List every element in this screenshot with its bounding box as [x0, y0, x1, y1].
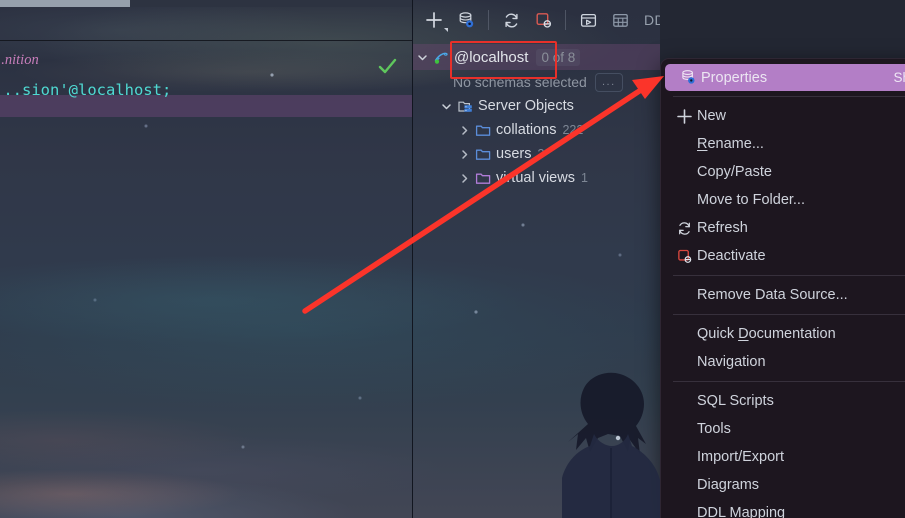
chevron-expanded-icon[interactable] — [437, 101, 455, 112]
open-table-button[interactable] — [604, 5, 636, 35]
menu-item-quick-documentation-label: Quick Documentation — [697, 326, 836, 342]
menu-item-navigation[interactable]: Navigation — [661, 348, 905, 376]
menu-item-rename[interactable]: Rename... S — [661, 130, 905, 158]
chevron-right-icon[interactable] — [455, 149, 473, 160]
menu-item-diagrams[interactable]: Diagrams — [661, 471, 905, 499]
menu-item-properties-label: Properties — [701, 69, 768, 86]
deactivate-icon — [671, 248, 697, 265]
tree-node-localhost[interactable]: @localhost 0 of 8 — [413, 44, 660, 70]
chevron-down-icon — [444, 28, 448, 32]
sql-editor-pane: ...nition ...sion'@localhost; — [0, 0, 412, 518]
folder-purple-icon — [473, 171, 493, 186]
no-schemas-label: No schemas selected — [453, 74, 587, 90]
data-source-properties-button[interactable] — [450, 5, 482, 35]
plus-icon — [671, 108, 697, 125]
menu-item-properties[interactable]: Properties Shi — [665, 64, 905, 91]
ddl-button[interactable]: DDL — [636, 5, 660, 35]
schema-count-badge: 0 of 8 — [536, 48, 581, 66]
refresh-icon — [671, 220, 697, 237]
menu-item-tools[interactable]: Tools — [661, 415, 905, 443]
menu-separator — [673, 275, 905, 276]
menu-separator — [673, 96, 905, 97]
add-new-button[interactable] — [418, 5, 450, 35]
menu-item-ddl-mapping[interactable]: DDL Mapping — [661, 499, 905, 518]
tree-node-localhost-label: @localhost — [454, 48, 529, 66]
tree-node-server-objects-label: Server Objects — [478, 98, 574, 114]
database-toolbar: DDL — [413, 0, 660, 40]
menu-item-deactivate-label: Deactivate — [697, 248, 766, 264]
chevron-right-icon[interactable] — [455, 173, 473, 184]
menu-item-import-export[interactable]: Import/Export — [661, 443, 905, 471]
tree-node-collations[interactable]: collations 222 — [413, 118, 660, 142]
menu-item-diagrams-label: Diagrams — [697, 477, 760, 493]
menu-item-refresh[interactable]: Refresh — [661, 214, 905, 242]
tree-node-users-count: 3 — [537, 147, 545, 161]
tree-node-users-label: users — [496, 146, 532, 162]
editor-top-strip — [0, 0, 412, 7]
chevron-expanded-icon[interactable] — [413, 52, 431, 63]
indexing-progress-bar — [0, 0, 130, 7]
menu-item-rename-label: Rename... — [697, 136, 764, 152]
code-text-localhost[interactable]: ...sion'@localhost; — [0, 81, 171, 99]
menu-item-copy-paste[interactable]: Copy/Paste — [661, 158, 905, 186]
menu-item-sql-scripts-label: SQL Scripts — [697, 393, 774, 409]
mysql-database-icon — [431, 49, 451, 66]
database-explorer-pane: DDL — [413, 0, 660, 518]
open-console-button[interactable] — [572, 5, 604, 35]
menu-separator — [673, 314, 905, 315]
menu-item-new[interactable]: New — [661, 102, 905, 130]
toolbar-separator — [565, 10, 566, 30]
menu-item-remove-data-source[interactable]: Remove Data Source... — [661, 281, 905, 309]
editor-wallpaper-background — [0, 0, 412, 518]
menu-separator — [673, 381, 905, 382]
folder-blue-icon — [473, 123, 493, 138]
tree-node-collations-label: collations — [496, 122, 557, 138]
toolbar-separator — [488, 10, 489, 30]
folder-blue-icon — [473, 147, 493, 162]
tree-node-virtual-views[interactable]: virtual views 1 — [413, 166, 660, 190]
menu-item-import-export-label: Import/Export — [697, 449, 785, 465]
tree-node-collations-count: 222 — [562, 123, 584, 137]
connected-green-dot — [434, 59, 439, 64]
context-menu: Properties Shi New Rename... S Copy/Past… — [660, 58, 905, 518]
menu-item-remove-data-source-label: Remove Data Source... — [697, 287, 848, 303]
menu-item-copy-paste-label: Copy/Paste — [697, 164, 772, 180]
deactivate-button[interactable] — [527, 5, 559, 35]
choose-schemas-button[interactable]: ... — [594, 72, 623, 92]
tree-node-virtual-views-count: 1 — [580, 171, 588, 185]
tree-node-server-objects[interactable]: Server Objects — [413, 94, 660, 118]
green-check-icon[interactable] — [376, 55, 398, 77]
menu-item-quick-documentation[interactable]: Quick Documentation — [661, 320, 905, 348]
app-window: ...nition ...sion'@localhost; — [0, 0, 905, 518]
no-schemas-row: No schemas selected ... — [413, 70, 660, 94]
editor-header-divider — [0, 40, 412, 41]
server-objects-folder-icon — [455, 98, 475, 115]
database-tree: @localhost 0 of 8 No schemas selected ..… — [413, 44, 660, 190]
menu-item-tools-label: Tools — [697, 421, 731, 437]
refresh-button[interactable] — [495, 5, 527, 35]
menu-item-refresh-label: Refresh — [697, 220, 748, 236]
tree-node-users[interactable]: users 3 — [413, 142, 660, 166]
menu-item-sql-scripts[interactable]: SQL Scripts — [661, 387, 905, 415]
menu-item-navigation-label: Navigation — [697, 354, 766, 370]
menu-item-properties-shortcut: Shi — [893, 70, 905, 85]
database-settings-icon — [675, 69, 701, 86]
menu-item-move-to-folder[interactable]: Move to Folder... — [661, 186, 905, 214]
menu-item-move-to-folder-label: Move to Folder... — [697, 192, 805, 208]
menu-item-new-label: New — [697, 108, 727, 124]
menu-item-ddl-mapping-label: DDL Mapping — [697, 505, 786, 518]
code-text-definition[interactable]: ...nition — [0, 52, 39, 69]
chevron-right-icon[interactable] — [455, 125, 473, 136]
menu-item-deactivate[interactable]: Deactivate — [661, 242, 905, 270]
tree-node-virtual-views-label: virtual views — [496, 170, 575, 186]
